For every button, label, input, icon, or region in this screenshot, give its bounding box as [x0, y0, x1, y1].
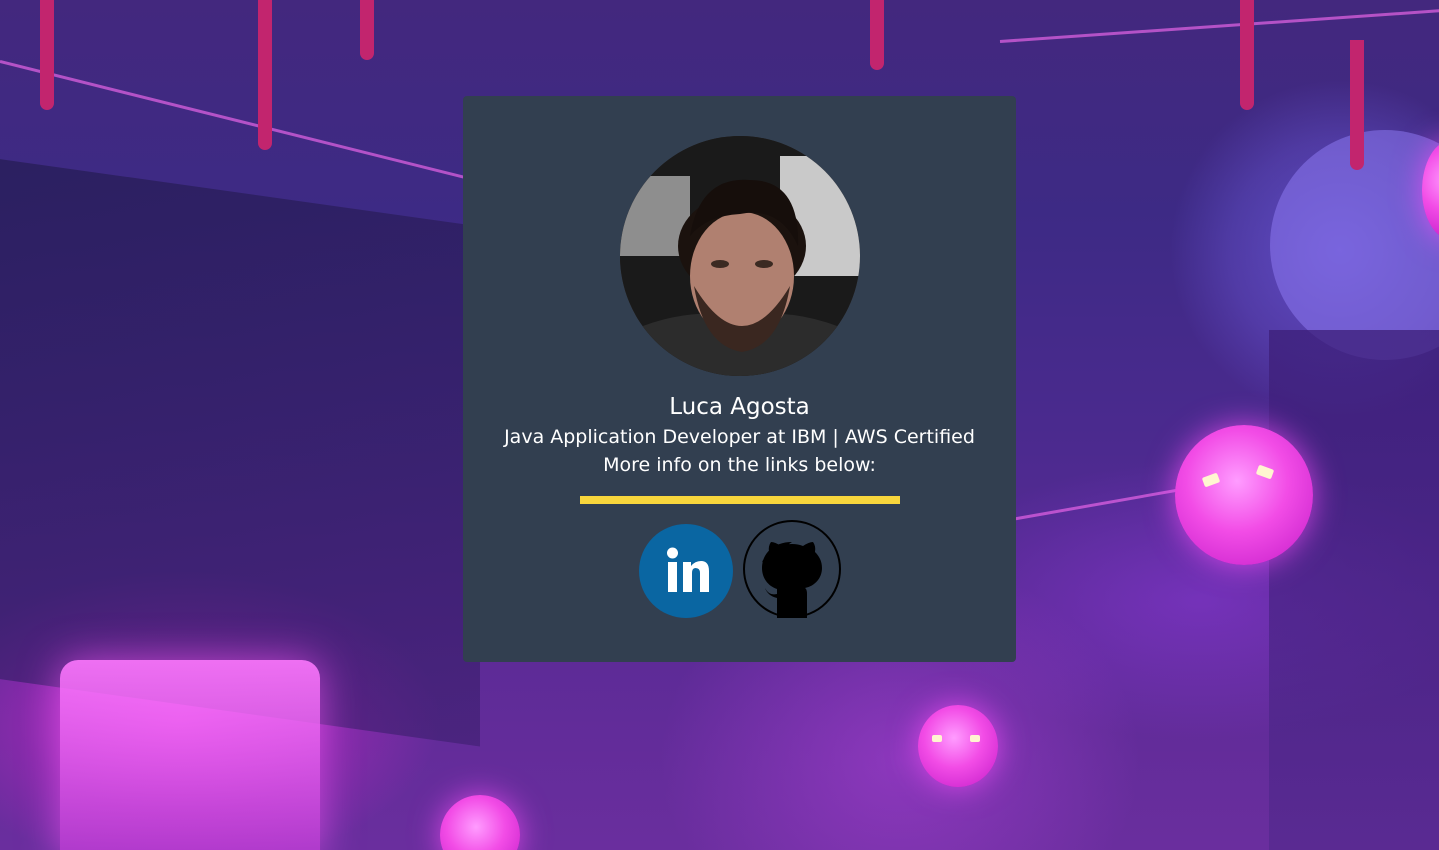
- pumpkin-balloon: [1175, 425, 1313, 565]
- drip: [870, 0, 884, 70]
- house-left: [0, 153, 480, 747]
- glowing-garage: [60, 660, 320, 850]
- avatar: [620, 136, 860, 376]
- drip: [1350, 40, 1364, 170]
- social-links: [639, 520, 849, 624]
- avatar-photo: [620, 136, 860, 376]
- pumpkin-balloon: [440, 795, 520, 850]
- drip: [1240, 0, 1254, 110]
- linkedin-link[interactable]: [639, 524, 733, 618]
- pumpkin-balloon: [918, 705, 998, 787]
- linkedin-icon: [667, 547, 709, 592]
- github-icon: [743, 520, 841, 618]
- profile-info: More info on the links below:: [603, 454, 876, 476]
- drip: [258, 0, 272, 150]
- divider: [580, 496, 900, 504]
- profile-subtitle: Java Application Developer at IBM | AWS …: [504, 426, 975, 448]
- drip: [360, 0, 374, 60]
- profile-name: Luca Agosta: [669, 394, 810, 420]
- github-link[interactable]: [743, 520, 841, 618]
- profile-card: Luca Agosta Java Application Developer a…: [463, 96, 1016, 662]
- wire: [999, 7, 1439, 43]
- drip: [40, 0, 54, 110]
- house-right: [1269, 330, 1439, 850]
